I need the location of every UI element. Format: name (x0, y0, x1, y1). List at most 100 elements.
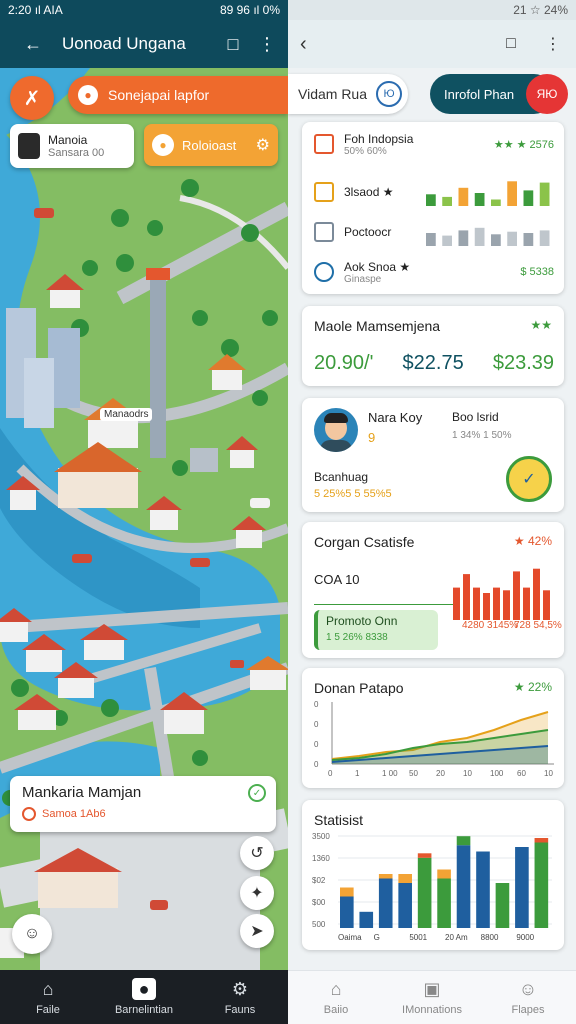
row-label: Aok Snoa ★ (344, 259, 411, 274)
status-indicators: 89 96 ıl 0% (219, 3, 280, 17)
nav-item-settings[interactable]: ⚙ Fauns (192, 970, 288, 1024)
nav-label: Faile (36, 1003, 60, 1016)
summary-value: $23.39 (492, 352, 554, 374)
nav-item-account[interactable]: ● Barnelintian (96, 970, 192, 1024)
app-bar: ‹ □ ⋮ (288, 20, 576, 68)
stats-list-card: Foh Indopsia 50% 60% ★★ ★ 2576 3lsaod ★ … (302, 122, 564, 294)
globe-icon (314, 262, 334, 282)
chart-bar (456, 845, 471, 928)
row-label: Foh Indopsia (344, 131, 414, 146)
list-item[interactable]: Aok Snoa ★ Ginaspe $ 5338 (314, 256, 554, 288)
nav-label: IMonnations (402, 1004, 462, 1016)
dashboard-pane: 21 ☆ 24% ‹ □ ⋮ Vidam Rua Ю Inrofol Phan … (288, 0, 576, 1024)
tab-overview[interactable]: Vidam Rua Ю (288, 74, 408, 114)
tab-badge: Ю (376, 81, 402, 107)
more-options-icon[interactable]: ⋮ (542, 33, 564, 55)
calendar-icon (314, 134, 334, 154)
chart-bar (543, 590, 550, 620)
nav-item-profile[interactable]: ☺ Flapes (480, 971, 576, 1024)
row-value: $ 5338 (520, 266, 554, 278)
search-placeholder: Sonejapai lapfor (108, 87, 210, 103)
nav-item-home[interactable]: ⌂ Baiio (288, 971, 384, 1024)
bookmark-icon[interactable]: □ (222, 33, 244, 55)
chart-bar (476, 851, 490, 928)
directions-button[interactable]: ➤ (240, 914, 274, 948)
gear-icon: ⚙ (255, 137, 270, 154)
more-options-icon[interactable]: ⋮ (256, 33, 278, 55)
mini-bar-chart (426, 181, 550, 206)
list-item[interactable]: Foh Indopsia 50% 60% ★★ ★ 2576 (314, 128, 554, 160)
compass-button[interactable]: ✦ (240, 876, 274, 910)
chart-bar (437, 878, 451, 928)
row-label: 3lsaod ★ (344, 185, 394, 199)
row-sub: 50% 60% (344, 145, 387, 157)
my-location-button[interactable]: ☺ (12, 914, 52, 954)
bookmark-icon[interactable]: □ (500, 33, 522, 55)
chart-bar (507, 181, 517, 206)
x-tick-label: G (374, 933, 380, 942)
list-item[interactable]: Poctoocr (314, 216, 554, 248)
shield-icon (18, 133, 40, 159)
back-chevron-icon[interactable]: ‹ (300, 33, 480, 56)
route-button[interactable]: ✗ (10, 76, 54, 120)
nav-label: Baiio (323, 1004, 349, 1016)
y-tick-label: 0 (314, 740, 319, 749)
tab-label: Vidam Rua (298, 86, 368, 102)
x-tick-label: 100 (490, 769, 504, 778)
nav-item-inbox[interactable]: ▣ IMonnations (384, 971, 480, 1024)
campaign-card[interactable]: Corgan Csatisfe ★ 42% COA 10 Promoto Onn… (302, 522, 564, 658)
tab-profile[interactable]: Inrofol Phan ЯЮ (430, 74, 568, 114)
chart-bar-cap (437, 869, 451, 879)
chart-bar (523, 587, 530, 620)
chart-tag: 728 54,5% (514, 620, 562, 631)
chart-bar (534, 842, 549, 928)
doc-icon (314, 222, 334, 242)
promo-pill[interactable]: Promoto Onn 1 5 26% 8338 (314, 610, 438, 650)
avatar (314, 408, 358, 452)
chart-bar (495, 883, 510, 928)
y-tick-label: $02 (312, 876, 326, 885)
tab-badge: ЯЮ (526, 74, 568, 114)
nav-item-home[interactable]: ⌂ Faile (0, 970, 96, 1024)
chart-bar (473, 587, 480, 620)
place-subtitle: Sansara 00 (48, 147, 105, 159)
card-badge: ★ 42% (513, 534, 552, 548)
area-chart: 00000 1 1 00 50 20 10 100 60 10 (314, 700, 554, 778)
city-map[interactable]: Manaodrs (0, 68, 288, 970)
summary-card[interactable]: Maole Mamsemjena ★★ 20.90/' $22.75 $23.3… (302, 306, 564, 386)
map-place-label[interactable]: Manaodrs (100, 408, 153, 421)
chart-bar (491, 199, 501, 206)
card-badge: ★★ (530, 318, 552, 332)
search-bar[interactable]: ● Sonejapai lapfor (68, 76, 288, 114)
filter-button[interactable]: ● Roloioast ⚙ (144, 124, 278, 166)
chart-bar (463, 574, 470, 620)
x-tick-label: Oaima (338, 933, 362, 942)
back-arrow-icon[interactable]: ← (22, 33, 44, 55)
chart-bar (453, 587, 460, 620)
card-title: Donan Patapo (314, 680, 404, 696)
y-tick-label: $00 (312, 898, 326, 907)
place-card[interactable]: Manoia Sansara 00 (10, 124, 134, 168)
row-label: Poctoocr (344, 225, 392, 239)
map-pane: 2:20 ıl AΙA 89 96 ıl 0% ← Uonoad Ungana … (0, 0, 288, 1024)
profile-right-sub: 1 34% 1 50% (452, 430, 512, 441)
x-tick-label: 1 (355, 769, 360, 778)
chart-bar-cap (417, 853, 432, 858)
chart-bar (513, 571, 520, 620)
statistics-card[interactable]: Statisist 3500 1360 $02 $00 500 Oaima G 5001 20 … (302, 800, 564, 950)
y-tick-label: 1360 (312, 854, 330, 863)
card-title: Corgan Csatisfe (314, 534, 415, 550)
trend-chart-card[interactable]: Donan Patapo ★ 22% 0000011 00 50 20 10 100 60… (302, 668, 564, 788)
profile-card[interactable]: Nara Koy 9 Boo lsrid 1 34% 1 50% Bcanhua… (302, 398, 564, 512)
chart-bar (340, 896, 354, 928)
location-info-card[interactable]: Mankaria Mamjan Samoa 1Ab6 ✓ (10, 776, 276, 832)
navigate-icon[interactable]: ✓ (248, 784, 266, 802)
layers-button[interactable]: ↺ (240, 836, 274, 870)
chart-bar (442, 196, 452, 206)
summary-value: $22.75 (402, 352, 464, 374)
y-tick-label: 0 (314, 720, 319, 729)
list-item[interactable]: 3lsaod ★ (314, 176, 554, 208)
status-bar: 21 ☆ 24% (288, 0, 576, 20)
chart-bar (533, 568, 540, 620)
chart-bar (523, 233, 534, 246)
